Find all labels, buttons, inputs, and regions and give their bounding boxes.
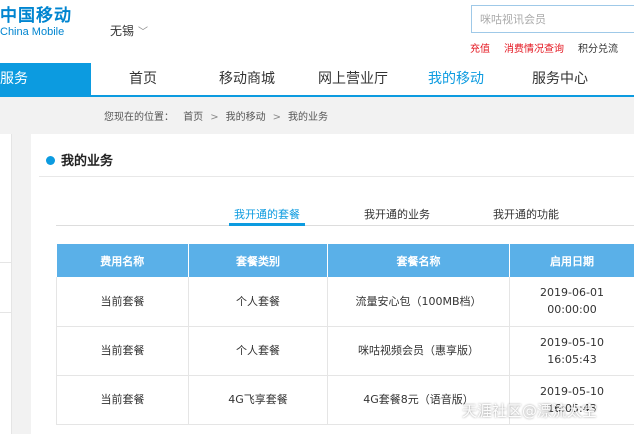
- chevron-down-icon: ﹀: [138, 27, 149, 38]
- main-panel: 我的业务 我开通的套餐 我开通的业务 我开通的功能 费用名称 套餐类别 套餐名称…: [31, 134, 634, 434]
- china-mobile-logo[interactable]: 中国移动 China Mobile: [0, 6, 72, 39]
- cell-fee-name: 当前套餐: [56, 277, 189, 327]
- nav-item-mall[interactable]: 移动商城: [219, 63, 275, 95]
- consumption-query-link[interactable]: 消费情况查询: [504, 44, 564, 55]
- cell-package-type: 4G飞享套餐: [188, 375, 328, 425]
- breadcrumb-item-my-business: 我的业务: [287, 112, 328, 123]
- breadcrumb-item-home[interactable]: 首页: [183, 112, 203, 123]
- logo-english-text: China Mobile: [0, 26, 65, 38]
- packages-table: 费用名称 套餐类别 套餐名称 启用日期 当前套餐 个人套餐 流量安心包（100M…: [56, 244, 634, 425]
- cell-fee-name: 当前套餐: [56, 326, 189, 376]
- cell-package-type: 个人套餐: [188, 277, 328, 327]
- tab-my-packages[interactable]: 我开通的套餐: [234, 206, 300, 222]
- title-divider: [39, 176, 634, 177]
- logo-chinese-text: 中国移动: [0, 6, 72, 26]
- active-tab-indicator: [229, 223, 305, 226]
- breadcrumb: 您现在的位置： 首页 > 我的移动 > 我的业务: [104, 108, 328, 123]
- tab-my-services[interactable]: 我开通的业务: [364, 206, 430, 222]
- city-label: 无锡: [110, 24, 135, 38]
- search-input[interactable]: [472, 6, 634, 32]
- bullet-dot-icon: [46, 156, 55, 165]
- city-selector[interactable]: 无锡 ﹀: [110, 22, 148, 39]
- points-exchange-link[interactable]: 积分兑流: [578, 44, 618, 55]
- watermark-text: 天涯社区@漂流太空: [462, 402, 598, 420]
- column-header-package-type: 套餐类别: [188, 244, 328, 277]
- section-title-text: 我的业务: [61, 154, 114, 169]
- nav-item-my-mobile[interactable]: 我的移动: [428, 63, 484, 95]
- nav-service-menu[interactable]: 服务: [0, 63, 91, 95]
- cell-package-name: 咪咕视频会员（惠享版）: [327, 326, 510, 376]
- cell-start-date: 2019-06-01 00:00:00: [509, 277, 634, 327]
- main-nav: 服务 首页 移动商城 网上营业厅 我的移动 服务中心: [0, 63, 634, 97]
- nav-item-online-hall[interactable]: 网上营业厅: [318, 63, 388, 95]
- site-header: 中国移动 China Mobile 无锡﹀ 充值 消费情况查询 积分兑流: [0, 0, 634, 63]
- sidebar-divider: [0, 312, 12, 313]
- nav-item-home[interactable]: 首页: [129, 63, 157, 95]
- column-header-start-date: 启用日期: [509, 244, 634, 277]
- sidebar-divider: [0, 262, 12, 263]
- recharge-link[interactable]: 充值: [470, 44, 490, 55]
- column-header-package-name: 套餐名称: [327, 244, 510, 277]
- breadcrumb-item-my-mobile[interactable]: 我的移动: [226, 112, 266, 123]
- cell-start-date: 2019-05-10 16:05:43: [509, 326, 634, 376]
- tabs-divider: [56, 225, 634, 226]
- table-row: 当前套餐 个人套餐 咪咕视频会员（惠享版） 2019-05-10 16:05:4…: [56, 326, 634, 376]
- table-row: 当前套餐 个人套餐 流量安心包（100MB档） 2019-06-01 00:00…: [56, 277, 634, 327]
- breadcrumb-separator: >: [210, 112, 219, 123]
- left-sidebar-panel: [0, 134, 12, 434]
- cell-fee-name: 当前套餐: [56, 375, 189, 425]
- nav-item-service-center[interactable]: 服务中心: [532, 63, 588, 95]
- cell-package-name: 流量安心包（100MB档）: [327, 277, 510, 327]
- breadcrumb-separator: >: [272, 112, 281, 123]
- search-box: [471, 5, 634, 33]
- table-header-row: 费用名称 套餐类别 套餐名称 启用日期: [56, 244, 634, 277]
- column-header-fee-name: 费用名称: [56, 244, 189, 277]
- quick-links: 充值 消费情况查询 积分兑流: [470, 40, 632, 55]
- cell-package-type: 个人套餐: [188, 326, 328, 376]
- tab-my-features[interactable]: 我开通的功能: [493, 206, 559, 222]
- section-title: 我的业务: [46, 150, 113, 169]
- breadcrumb-prefix: 您现在的位置：: [104, 112, 174, 123]
